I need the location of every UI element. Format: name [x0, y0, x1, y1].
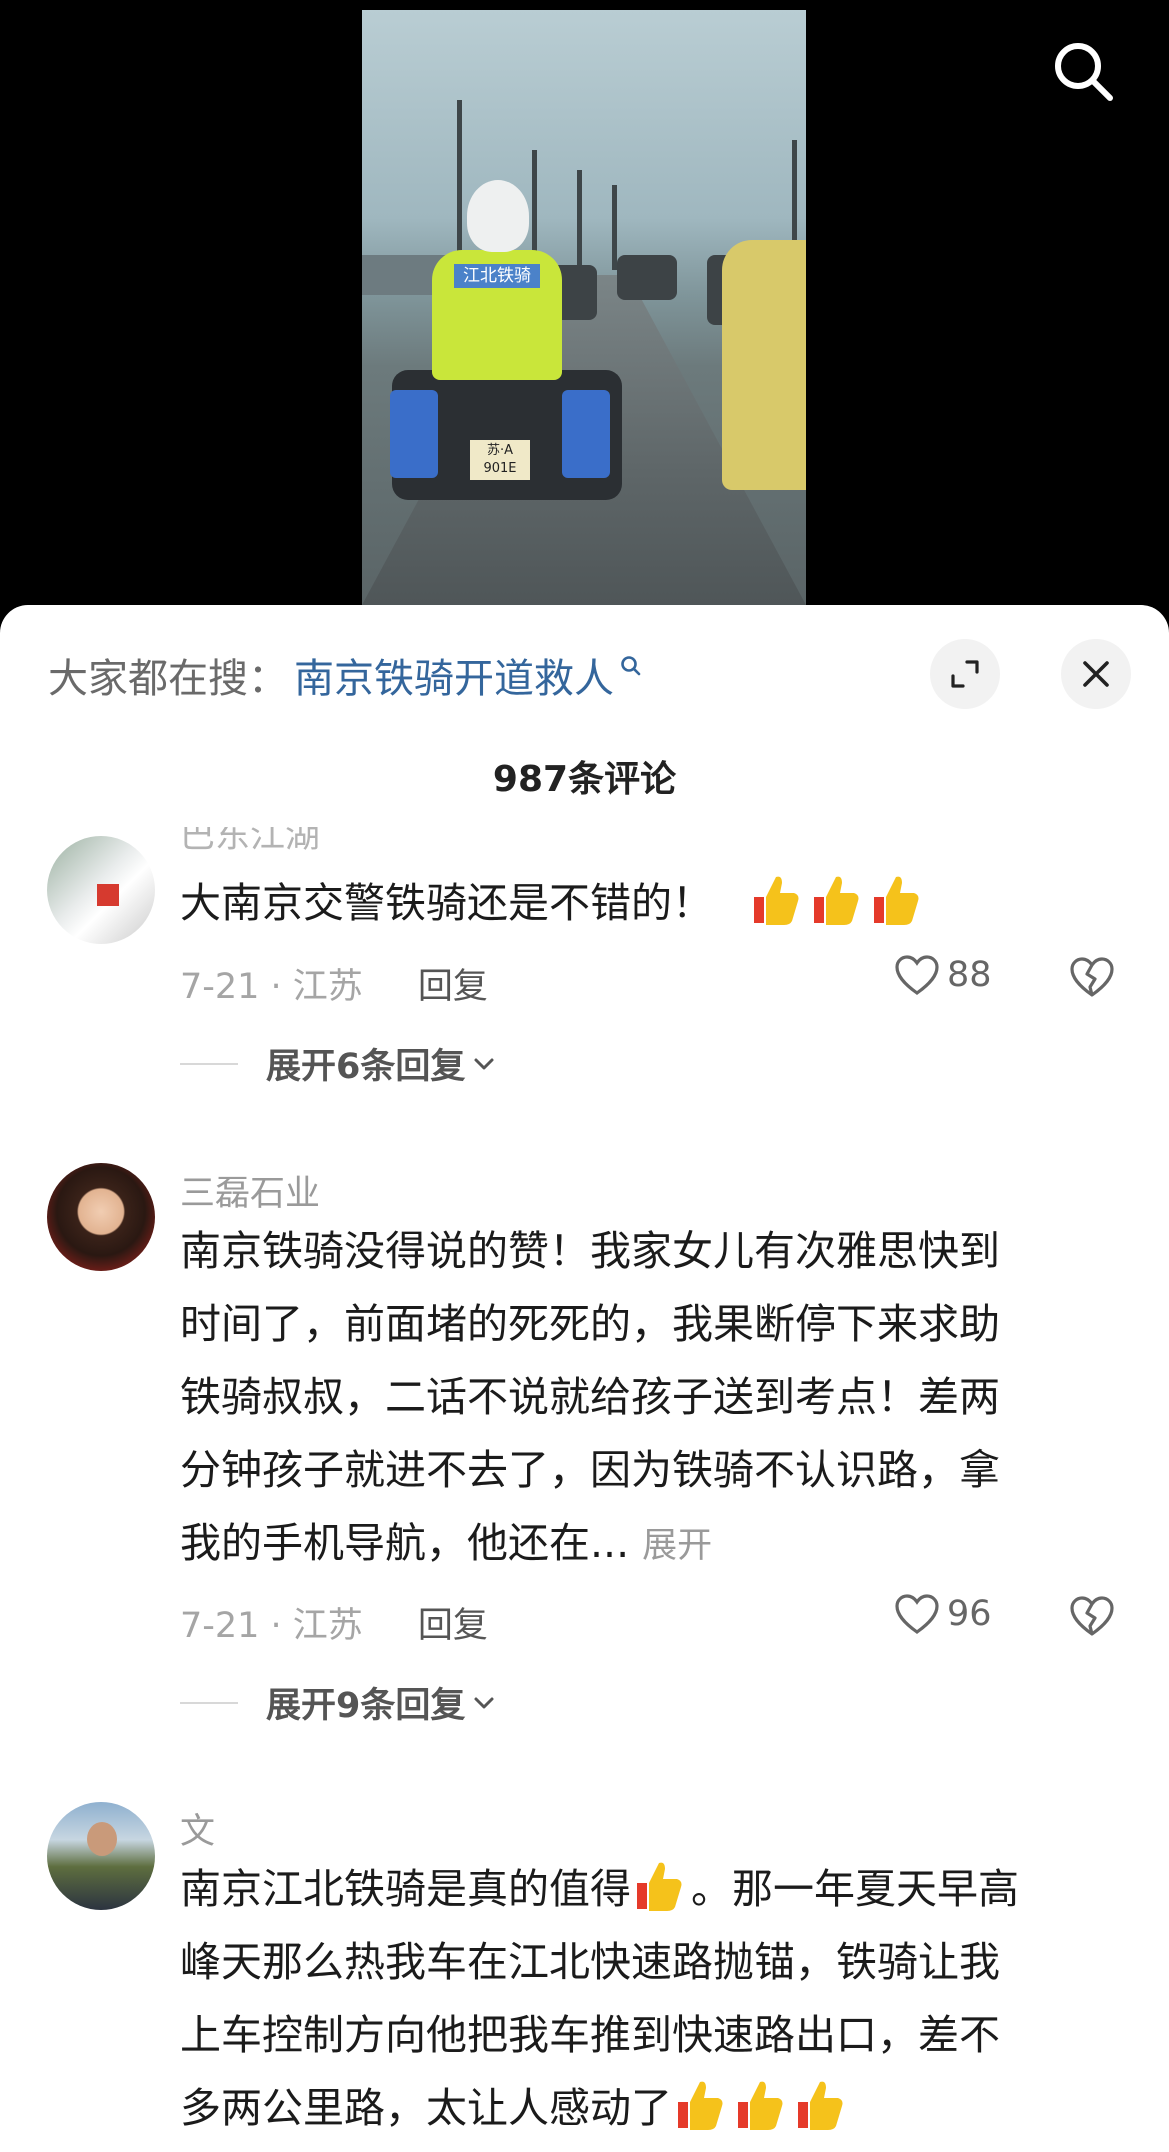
comment-text-line: 南京铁骑没得说的赞！我家女儿有次雅思快到 — [180, 1227, 1000, 1275]
comment-date-location: 7-21 · 江苏 — [180, 967, 363, 1007]
comment-text-body: 大南京交警铁骑还是不错的！ — [180, 879, 713, 927]
video-rider: 江北铁骑 — [432, 250, 562, 380]
video-helmet — [467, 180, 529, 252]
dislike-button[interactable] — [1068, 955, 1116, 1003]
chevron-down-icon — [474, 1058, 494, 1069]
thumbs-up-emoji-icon — [738, 2081, 783, 2130]
dislike-button[interactable] — [1068, 1594, 1116, 1642]
heart-icon — [895, 1594, 939, 1634]
comment-text-line: 南京江北铁骑是真的值得 。那一年夏天早高 — [180, 1853, 1100, 1926]
search-icon — [1055, 43, 1113, 101]
comment-text: 南京江北铁骑是真的值得 。那一年夏天早高 峰天那么热我车在江北快速路抛锚，铁骑让… — [180, 1853, 1100, 2145]
expand-divider — [180, 1062, 238, 1065]
like-count: 88 — [947, 955, 992, 995]
avatar-face — [87, 1822, 117, 1856]
thumbs-up-emoji-icon — [814, 876, 859, 925]
video-license-plate: 苏·A 901E — [470, 440, 530, 480]
comment-text-line: 峰天那么热我车在江北快速路抛锚，铁骑让我 — [180, 1938, 1000, 1986]
comment-date-location: 7-21 · 江苏 — [180, 1606, 363, 1646]
video-lamp-pole — [457, 100, 462, 270]
expand-replies-label: 展开9条回复 — [266, 1686, 466, 1726]
like-button[interactable]: 88 — [893, 953, 992, 997]
trending-search-query[interactable]: 南京铁骑开道救人 — [294, 646, 614, 704]
comment-text-line: 分钟孩子就进不去了，因为铁骑不认识路，拿 — [180, 1446, 1000, 1494]
video-bike-case-left — [390, 390, 438, 478]
video-bike-case-right — [562, 390, 610, 478]
thumbs-up-emoji-icon — [637, 1862, 682, 1911]
broken-heart-icon — [1070, 957, 1114, 997]
comment-text-line: 多两公里路，太让人感动了 — [180, 2072, 1100, 2145]
expand-fullscreen-button[interactable] — [930, 639, 1000, 709]
reply-button[interactable]: 回复 — [418, 1597, 488, 1648]
video-vest-text: 江北铁骑 — [454, 264, 540, 288]
comment-text-part: 。那一年夏天早高 — [691, 1865, 1019, 1913]
comment-meta: 7-21 · 江苏 回复 — [180, 958, 488, 1009]
comment-text-part: 南京江北铁骑是真的值得 — [180, 1865, 631, 1913]
avatar[interactable] — [47, 1163, 155, 1271]
trending-search-bar[interactable]: 大家都在搜： 南京铁骑开道救人 — [48, 645, 642, 705]
thumbs-up-emoji-icon — [874, 876, 919, 925]
thumbs-up-emoji-icon — [678, 2081, 723, 2130]
video-lamp-pole — [577, 170, 582, 270]
search-small-icon — [621, 656, 641, 676]
expand-text-link[interactable]: 展开 — [642, 1526, 712, 1566]
like-button[interactable]: 96 — [893, 1592, 992, 1636]
heart-icon — [895, 955, 939, 995]
avatar[interactable] — [47, 1802, 155, 1910]
avatar[interactable] — [47, 836, 155, 944]
comment-text-line: 时间了，前面堵的死死的，我果断停下来求助 — [180, 1300, 1000, 1348]
comment-text-line: 我的手机导航，他还在... 展开 — [180, 1507, 1100, 1583]
like-count: 96 — [947, 1594, 992, 1634]
video-plate-text: 苏·A 901E — [483, 443, 517, 476]
expand-replies-button[interactable]: 展开6条回复 — [180, 1038, 497, 1089]
trending-search-prefix: 大家都在搜： — [48, 656, 288, 702]
comment-text: 南京铁骑没得说的赞！我家女儿有次雅思快到 时间了，前面堵的死死的，我果断停下来求… — [180, 1215, 1100, 1583]
expand-replies-button[interactable]: 展开9条回复 — [180, 1677, 497, 1728]
video-lamp-pole — [612, 185, 617, 270]
expand-divider — [180, 1701, 238, 1704]
username[interactable]: 巴东江湖 — [180, 827, 320, 853]
username[interactable]: 三磊石业 — [180, 1165, 320, 1216]
comment-meta: 7-21 · 江苏 回复 — [180, 1597, 488, 1648]
reply-button[interactable]: 回复 — [418, 958, 488, 1009]
video-frame[interactable]: 江北铁骑 苏·A 901E — [362, 10, 806, 605]
comment-sheet: 大家都在搜： 南京铁骑开道救人 987条评论 巴东江湖 大南京交警铁骑还是不错的… — [0, 605, 1169, 2152]
comment-text-part: 多两公里路，太让人感动了 — [180, 2084, 672, 2132]
comment-text-truncated: 我的手机导航，他还在... — [180, 1519, 630, 1567]
thumbs-up-emoji-icon — [798, 2081, 843, 2130]
broken-heart-icon — [1070, 1596, 1114, 1636]
thumbs-up-emoji-icon — [754, 876, 799, 925]
comment-text-line: 上车控制方向他把我车推到快速路出口，差不 — [180, 2011, 1000, 2059]
chevron-down-icon — [474, 1697, 494, 1708]
avatar-badge — [97, 884, 119, 906]
emoji-group — [748, 876, 928, 927]
close-button[interactable] — [1061, 639, 1131, 709]
video-player[interactable]: 江北铁骑 苏·A 901E — [0, 0, 1169, 605]
expand-replies-label: 展开6条回复 — [266, 1047, 466, 1087]
username[interactable]: 文 — [180, 1803, 215, 1854]
comment-text-line: 铁骑叔叔，二话不说就给孩子送到考点！差两 — [180, 1373, 1000, 1421]
expand-icon — [951, 660, 979, 688]
comment-text: 大南京交警铁骑还是不错的！ — [180, 867, 1100, 940]
video-taxi — [722, 240, 806, 490]
video-car — [617, 255, 677, 300]
comment-count: 987条评论 — [492, 759, 677, 800]
search-button[interactable] — [1050, 38, 1116, 104]
close-icon — [1083, 661, 1109, 687]
